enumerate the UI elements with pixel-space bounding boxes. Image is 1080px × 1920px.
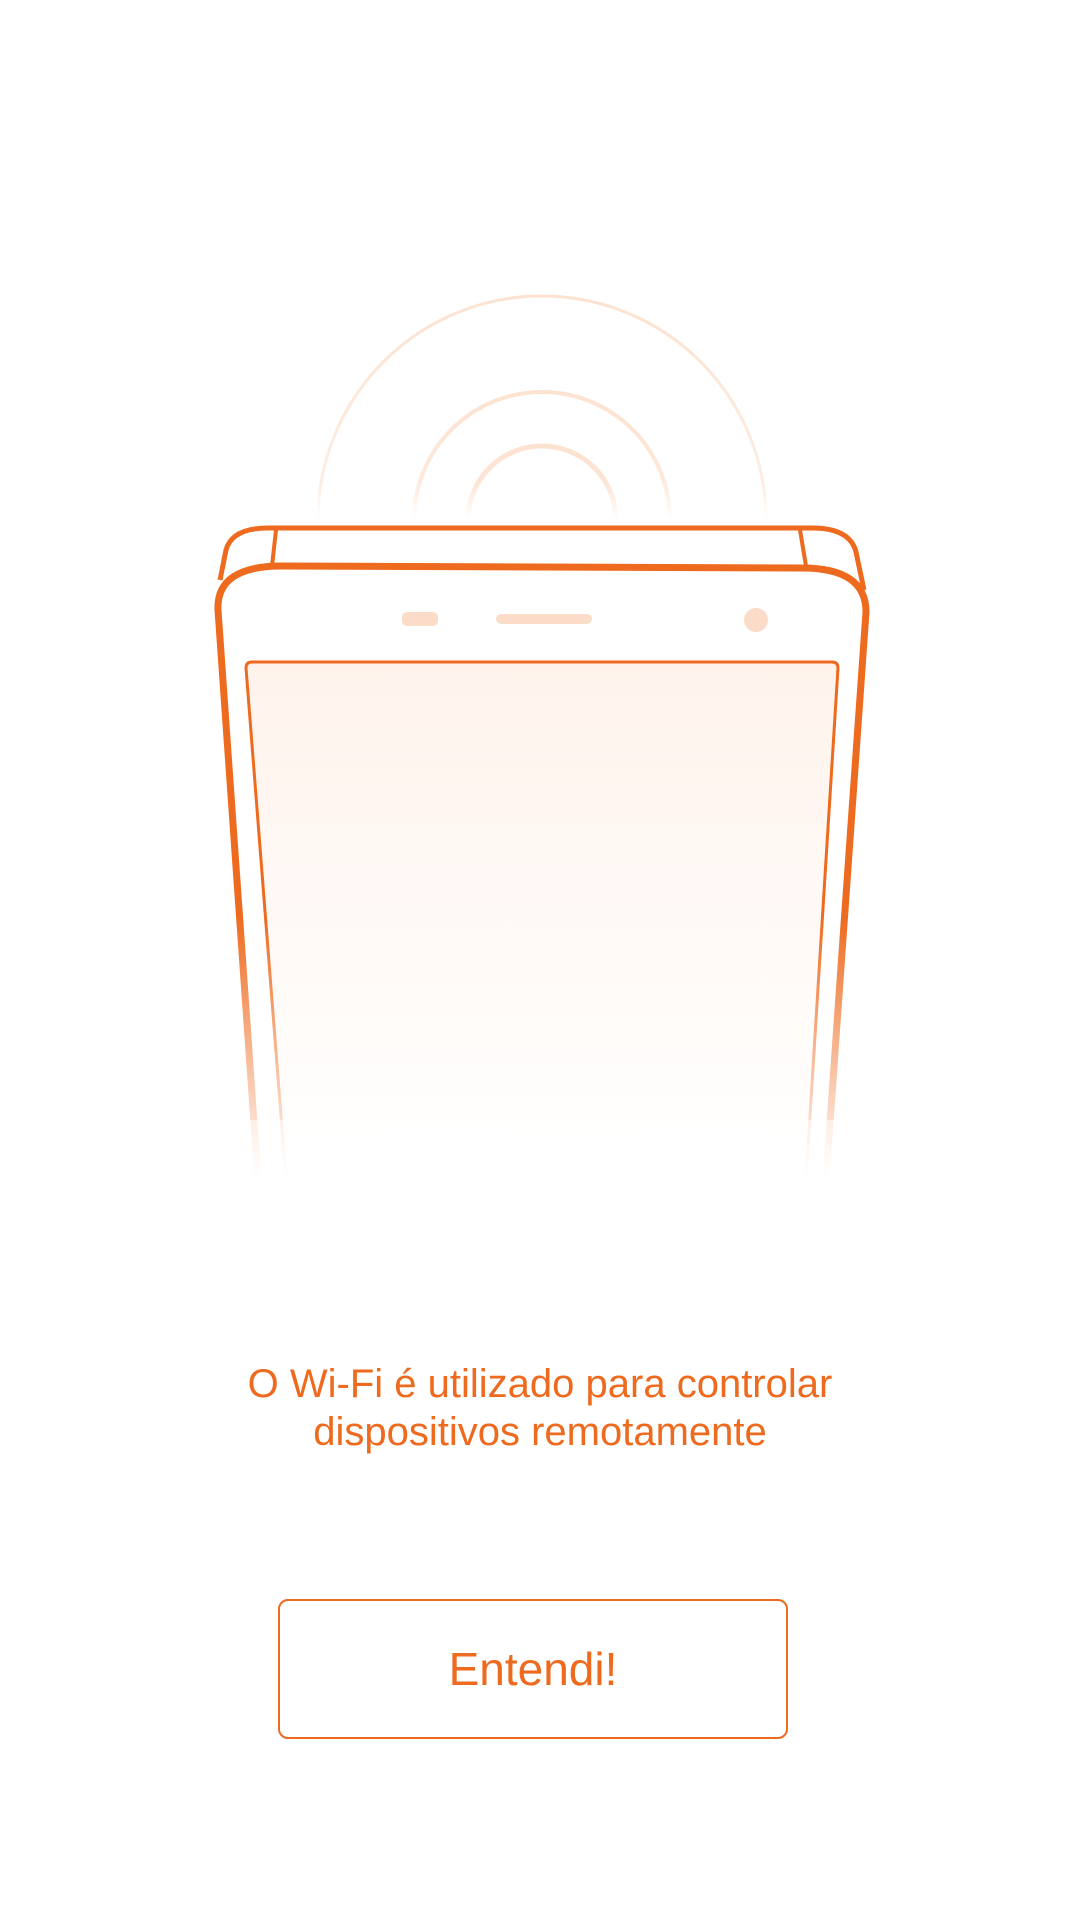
phone-sensor (402, 612, 438, 626)
message-line-1: O Wi-Fi é utilizado para controlar (247, 1362, 833, 1406)
wifi-waves (316, 294, 768, 521)
phone-camera (744, 608, 768, 632)
wifi-wave-outer (316, 294, 768, 521)
got-it-button[interactable]: Entendi! (278, 1599, 788, 1739)
wifi-wave-middle (412, 390, 672, 521)
phone-earpiece (496, 614, 592, 624)
wifi-permission-screen: O Wi-Fi é utilizado para controlar dispo… (0, 0, 1080, 1920)
message-line-2: dispositivos remotamente (313, 1410, 767, 1454)
phone-screen (244, 660, 840, 1182)
wifi-usage-message: O Wi-Fi é utilizado para controlar dispo… (140, 1360, 940, 1456)
phone-with-wifi-signal-icon (0, 294, 1080, 1200)
wifi-wave-inner (465, 443, 619, 521)
